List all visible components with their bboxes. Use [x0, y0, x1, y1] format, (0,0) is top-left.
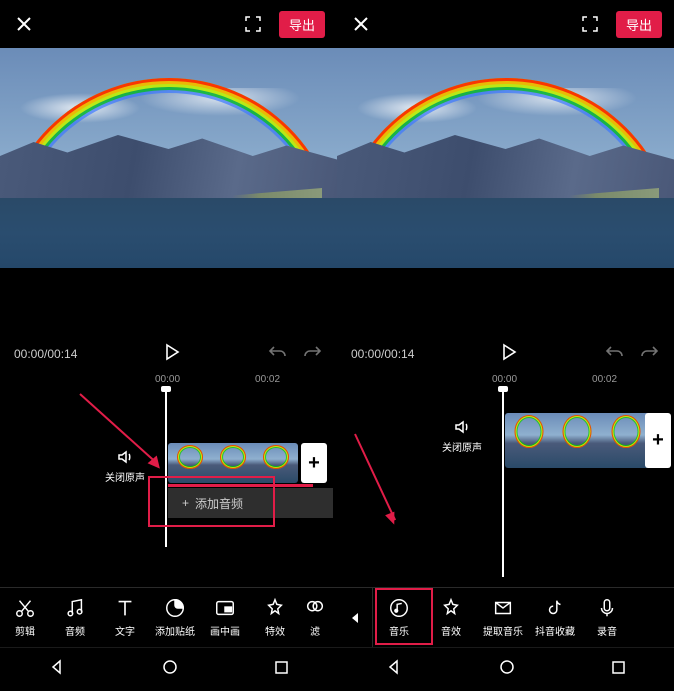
tool-label: 特效 [265, 623, 285, 638]
playback-controls: 00:00/00:14 [337, 338, 674, 370]
tool-label: 滤 [310, 623, 320, 638]
mute-toggle[interactable]: 关闭原声 [105, 448, 145, 484]
screen-right: 导出 00:00/00:14 00:00 00:02 关闭原 [337, 0, 674, 691]
ruler-mark: 00:00 [155, 374, 180, 385]
undo-button[interactable] [267, 344, 289, 365]
tool-sfx[interactable]: 音效 [425, 588, 477, 647]
tool-record[interactable]: 录音 [581, 588, 633, 647]
top-bar: 导出 [337, 0, 674, 48]
redo-button[interactable] [638, 344, 660, 365]
nav-back[interactable] [48, 658, 66, 681]
tool-douyin[interactable]: 抖音收藏 [529, 588, 581, 647]
mute-label: 关闭原声 [442, 443, 482, 454]
nav-back[interactable] [385, 658, 403, 681]
tool-pip[interactable]: 画中画 [200, 588, 250, 647]
video-clip[interactable] [505, 413, 650, 468]
nav-recent[interactable] [274, 660, 289, 680]
playback-controls: 00:00/00:14 [0, 338, 337, 370]
tool-label: 文字 [115, 623, 135, 638]
video-preview[interactable] [0, 48, 337, 268]
tool-filter[interactable]: 滤 [300, 588, 330, 647]
time-display: 00:00/00:14 [351, 347, 414, 361]
timeline[interactable]: 关闭原声 + +添加音频 [0, 388, 337, 587]
undo-button[interactable] [604, 344, 626, 365]
system-nav [0, 647, 337, 691]
timeline[interactable]: 关闭原声 + [337, 388, 674, 587]
play-button[interactable] [501, 343, 517, 366]
ruler-mark: 00:02 [255, 374, 280, 385]
tool-cut[interactable]: 剪辑 [0, 588, 50, 647]
top-bar: 导出 [0, 0, 337, 48]
tool-label: 录音 [597, 623, 617, 638]
tool-label: 添加贴纸 [155, 623, 195, 638]
export-button[interactable]: 导出 [616, 11, 662, 38]
nav-home[interactable] [499, 659, 515, 680]
close-icon[interactable] [12, 12, 36, 36]
tool-label: 抖音收藏 [535, 623, 575, 638]
tool-label: 画中画 [210, 623, 240, 638]
tool-extract[interactable]: 提取音乐 [477, 588, 529, 647]
ruler-mark: 00:02 [592, 374, 617, 385]
play-button[interactable] [164, 343, 180, 366]
screen-left: 导出 00:00/00:14 00:00 00:02 关闭原 [0, 0, 337, 691]
tool-effect[interactable]: 特效 [250, 588, 300, 647]
add-clip-button[interactable]: + [645, 413, 671, 468]
bottom-toolbar: 音乐 音效 提取音乐 抖音收藏 录音 [337, 587, 674, 647]
system-nav [337, 647, 674, 691]
toolbar-back[interactable] [337, 588, 373, 647]
ruler-mark: 00:00 [492, 374, 517, 385]
annotation-arrow-head [385, 512, 399, 527]
annotation-box [148, 476, 275, 527]
tool-music[interactable]: 音乐 [373, 588, 425, 647]
tool-text[interactable]: 文字 [100, 588, 150, 647]
tool-label: 音乐 [389, 623, 409, 638]
video-preview[interactable] [337, 48, 674, 268]
close-icon[interactable] [349, 12, 373, 36]
nav-recent[interactable] [611, 660, 626, 680]
tool-label: 剪辑 [15, 623, 35, 638]
tool-label: 音频 [65, 623, 85, 638]
fullscreen-icon[interactable] [578, 12, 602, 36]
bottom-toolbar: 剪辑 音频 文字 添加贴纸 画中画 特效 [0, 587, 337, 647]
fullscreen-icon[interactable] [241, 12, 265, 36]
tool-sticker[interactable]: 添加贴纸 [150, 588, 200, 647]
tool-label: 音效 [441, 623, 461, 638]
nav-home[interactable] [162, 659, 178, 680]
add-clip-button[interactable]: + [301, 443, 327, 483]
time-display: 00:00/00:14 [14, 347, 77, 361]
annotation-arrow [354, 434, 396, 521]
redo-button[interactable] [301, 344, 323, 365]
playhead[interactable] [502, 388, 504, 577]
tool-label: 提取音乐 [483, 623, 523, 638]
mute-toggle[interactable]: 关闭原声 [442, 418, 482, 454]
export-button[interactable]: 导出 [279, 11, 325, 38]
tool-audio[interactable]: 音频 [50, 588, 100, 647]
mute-label: 关闭原声 [105, 473, 145, 484]
